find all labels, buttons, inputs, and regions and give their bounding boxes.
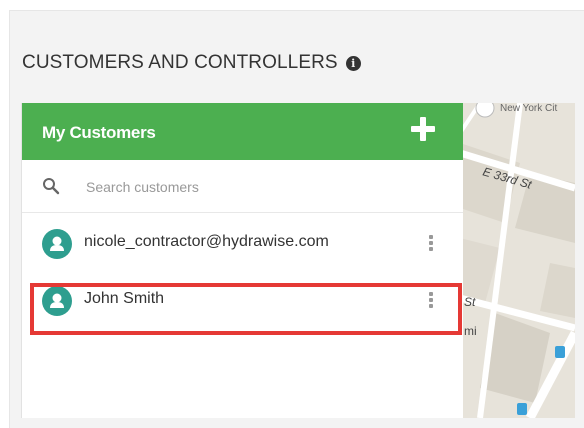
vertical-ellipsis-icon[interactable] [429, 292, 433, 308]
search-input[interactable] [84, 174, 438, 200]
map-graphic: New York Cit E 33rd St St mi [460, 103, 575, 418]
user-icon [42, 286, 72, 316]
page-title: CUSTOMERS AND CONTROLLERS i [22, 52, 361, 74]
customer-list-item[interactable]: nicole_contractor@hydrawise.com [22, 213, 463, 270]
vertical-ellipsis-icon[interactable] [429, 235, 433, 251]
map-label: St [464, 295, 476, 309]
search-bar [22, 160, 463, 213]
search-icon [43, 178, 60, 195]
map-label: mi [464, 324, 477, 338]
info-icon[interactable]: i [345, 56, 361, 71]
panel-title: My Customers [42, 123, 156, 142]
transit-marker-icon [555, 346, 565, 358]
map-view[interactable]: New York Cit E 33rd St St mi [460, 103, 575, 418]
panel-header: My Customers [22, 103, 463, 160]
page-title-text: CUSTOMERS AND CONTROLLERS [22, 52, 338, 73]
user-icon [42, 229, 72, 259]
plus-icon[interactable] [411, 117, 435, 141]
customer-list-item[interactable]: John Smith [22, 270, 463, 327]
map-label: New York Cit [500, 103, 557, 114]
customer-name: John Smith [84, 290, 165, 307]
my-customers-panel: My Customers nicole_contractor@hydrawise… [21, 103, 463, 418]
transit-marker-icon [517, 403, 527, 415]
customer-name: nicole_contractor@hydrawise.com [84, 233, 329, 250]
